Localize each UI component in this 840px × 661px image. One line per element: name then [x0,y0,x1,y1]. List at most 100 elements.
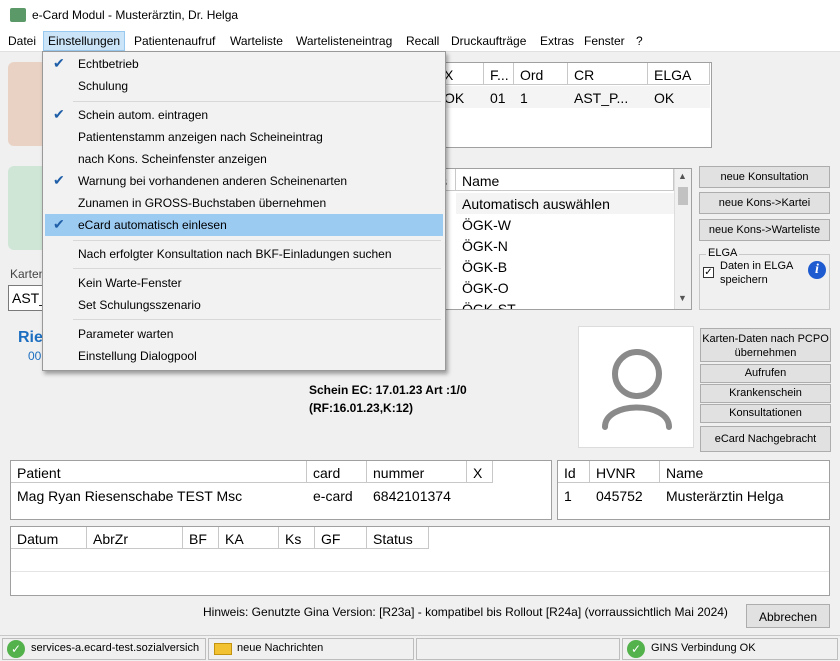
scrollbar-thumb[interactable] [678,187,688,205]
column-header[interactable]: GF [315,527,367,549]
ecard-status-grid: X F... Ord CR ELGA OK 01 1 AST_P... OK [438,62,712,148]
abbrechen-button[interactable]: Abbrechen [746,604,830,628]
menu-item-patientenstamm[interactable]: Patientenstamm anzeigen nach Scheineintr… [45,126,443,148]
menu-item-kein-warte[interactable]: Kein Warte-Fenster [45,272,443,294]
schein-info-line1: Schein EC: 17.01.23 Art :1/0 [309,383,467,397]
messages-text: neue Nachrichten [237,642,324,654]
elga-checkbox[interactable]: ✓ [703,267,714,278]
kasse-list: s Name Automatisch auswählen ÖGK-W ÖGK-N… [438,168,692,310]
patient-name-display: Rie [18,329,43,346]
mail-icon [214,643,232,655]
status-panel-empty [416,638,620,660]
check-icon: ✔ [53,55,65,71]
table-row[interactable]: Mag Ryan Riesenschabe TEST Msc e-card 68… [11,485,551,507]
menu-druckauftraege[interactable]: Druckaufträge [451,34,526,48]
menu-item-zunamen-gross[interactable]: Zunamen in GROSS-Buchstaben übernehmen [45,192,443,214]
column-header[interactable]: Patient [11,461,307,483]
list-item[interactable]: ÖGK-O [456,277,515,298]
menu-item-schulung[interactable]: Schulung [45,75,443,97]
menu-fenster[interactable]: Fenster [584,34,625,48]
table-cell [467,485,493,506]
menu-patientenaufruf[interactable]: Patientenaufruf [134,34,215,48]
karten-label: Karten [10,267,46,281]
table-cell: 01 [490,90,506,106]
table-cell: 1 [564,488,572,504]
elga-group: ELGA ✓ Daten in ELGA speichern i [699,247,830,310]
menu-warteliste[interactable]: Warteliste [230,34,283,48]
menu-item-schein-autom[interactable]: ✔ Schein autom. eintragen [45,104,443,126]
column-header[interactable]: Id [558,461,590,483]
messages-panel[interactable]: neue Nachrichten [208,638,414,660]
column-header[interactable]: X [467,461,493,483]
column-header[interactable]: Ks [279,527,315,549]
menu-item-bkf[interactable]: Nach erfolgter Konsultation nach BKF-Ein… [45,243,443,265]
column-header[interactable]: nummer [367,461,467,483]
scrollbar[interactable]: ▼ ▲ [674,169,691,309]
menu-separator [73,319,441,320]
karten-daten-button[interactable]: Karten-Daten nach PCPO übernehmen [700,328,831,362]
column-header[interactable]: BF [183,527,219,549]
menu-help[interactable]: ? [636,34,643,48]
avatar [578,326,694,448]
neue-kons-warteliste-button[interactable]: neue Kons->Warteliste [699,219,830,241]
menu-einstellungen[interactable]: Einstellungen [43,31,126,51]
table-row[interactable]: 1 045752 Musterärztin Helga [558,485,829,507]
column-header[interactable]: Datum [11,527,87,549]
column-header[interactable]: Status [367,527,429,549]
menu-extras[interactable]: Extras [540,34,574,48]
check-circle-icon: ✓ [7,640,25,658]
menu-item-nach-kons[interactable]: nach Kons. Scheinfenster anzeigen [45,148,443,170]
chevron-up-icon[interactable]: ▲ [678,171,687,181]
column-header[interactable]: AbrZr [87,527,183,549]
column-header[interactable]: Name [660,461,829,483]
elga-checkbox-label: Daten in ELGA speichern [720,260,793,286]
menu-recall[interactable]: Recall [406,34,439,48]
column-header[interactable]: Ord [514,63,568,85]
table-cell: 1 [520,90,528,106]
ecard-nachgebracht-button[interactable]: eCard Nachgebracht [700,426,831,452]
list-item[interactable]: ÖGK-B [456,256,513,277]
list-item[interactable]: ÖGK-N [456,235,514,256]
neue-kons-kartei-button[interactable]: neue Kons->Kartei [699,192,830,214]
column-header[interactable]: CR [568,63,648,85]
person-icon [602,349,672,430]
table-cell: AST_P... [574,90,629,106]
neue-konsultation-button[interactable]: neue Konsultation [699,166,830,188]
server-status-text: services-a.ecard-test.sozialversich [31,642,200,654]
menu-item-warnung[interactable]: ✔ Warnung bei vorhandenen anderen Scheine… [45,170,443,192]
column-header[interactable]: F... [484,63,514,85]
menu-item-dialogpool[interactable]: Einstellung Dialogpool [45,345,443,367]
menu-datei[interactable]: Datei [8,34,36,48]
gins-status-panel: ✓ GINS Verbindung OK [622,638,838,660]
menu-item-ecard-auto[interactable]: ✔ eCard automatisch einlesen [45,214,443,236]
menu-item-echtbetrieb[interactable]: ✔ Echtbetrieb [45,53,443,75]
list-item[interactable]: ÖGK-ST [456,298,522,309]
table-cell: OK [654,90,675,106]
column-header[interactable]: Name [456,169,674,191]
krankenschein-button[interactable]: Krankenschein [700,384,831,403]
table-cell: Mag Ryan Riesenschabe TEST Msc [17,488,243,504]
column-header[interactable]: card [307,461,367,483]
info-icon[interactable]: i [808,261,826,279]
window-title: e-Card Modul - Musterärztin, Dr. Helga [32,8,239,22]
table-cell: 045752 [596,488,643,504]
menu-item-schulungsszenario[interactable]: Set Schulungsszenario [45,294,443,316]
list-item[interactable]: Automatisch auswählen [456,193,674,214]
check-icon: ✔ [53,172,65,188]
column-header[interactable]: KA [219,527,279,549]
chevron-down-icon[interactable]: ▼ [678,293,687,303]
menu-wartelisteneintrag[interactable]: Wartelisteneintrag [296,34,392,48]
table-row[interactable]: OK 01 1 AST_P... OK [438,86,710,108]
check-icon: ✔ [53,216,65,232]
version-hint: Hinweis: Genutzte Gina Version: [R23a] -… [203,605,728,619]
aufrufen-button[interactable]: Aufrufen [700,364,831,383]
konsultationen-button[interactable]: Konsultationen [700,404,831,423]
table-cell: e-card [313,488,353,504]
table-cell: Musterärztin Helga [666,488,784,504]
menu-item-parameter[interactable]: Parameter warten [45,323,443,345]
gins-status-text: GINS Verbindung OK [651,642,756,654]
list-item[interactable]: ÖGK-W [456,214,517,235]
table-cell: 6842101374 [373,488,451,504]
column-header[interactable]: ELGA [648,63,710,85]
column-header[interactable]: HVNR [590,461,660,483]
